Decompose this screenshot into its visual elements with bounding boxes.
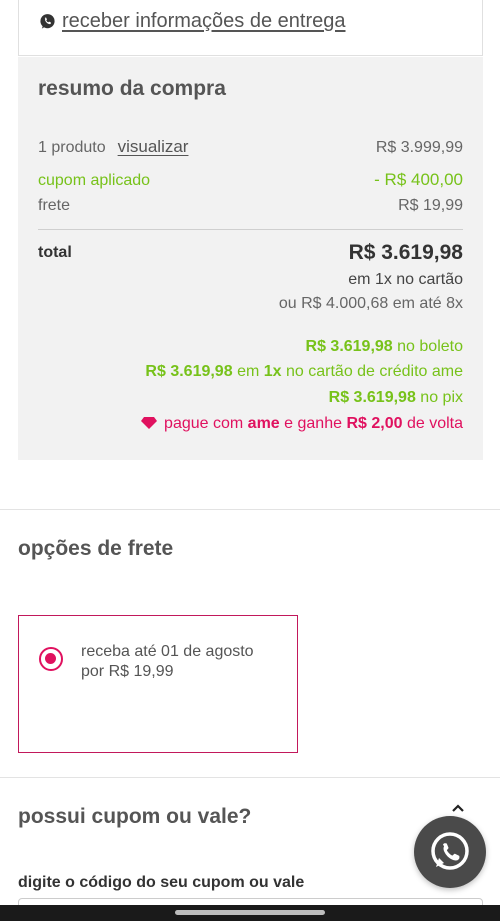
total-installment: em 1x no cartão (348, 271, 463, 288)
ame-middle: e ganhe (284, 415, 342, 432)
coupon-discount-value: - R$ 400,00 (374, 170, 463, 189)
delivery-info-box: receber informações de entrega (18, 0, 483, 56)
products-label: 1 produto (38, 139, 106, 156)
products-value: R$ 3.999,99 (375, 139, 463, 156)
ame-cashback-line: pague com ame e ganhe R$ 2,00 de volta (140, 415, 463, 433)
shipping-options-title: opções de frete (18, 537, 174, 560)
summary-divider (38, 229, 463, 230)
whatsapp-chat-button[interactable] (414, 816, 486, 888)
ame-suffix: de volta (406, 415, 463, 432)
credit-ame-price: R$ 3.619,98 em 1x no cartão de crédito a… (145, 363, 463, 381)
shipping-option-card[interactable]: receba até 01 de agosto por R$ 19,99 (18, 615, 298, 753)
boleto-text: no boleto (397, 338, 463, 355)
checkout-page: receber informações de entrega resumo da… (0, 0, 500, 921)
boleto-amount: R$ 3.619,98 (305, 338, 393, 355)
ame-prefix: pague com (164, 415, 244, 432)
credit-amount: R$ 3.619,98 (145, 363, 233, 380)
total-value: R$ 3.619,98 (348, 241, 463, 264)
section-divider (0, 777, 500, 778)
diamond-icon (140, 417, 157, 429)
credit-text: no cartão de crédito ame (286, 363, 463, 380)
shipping-option-radio[interactable] (39, 647, 63, 671)
whatsapp-icon (40, 14, 55, 29)
products-row: 1 produto visualizar R$ 3.999,99 (38, 137, 463, 157)
shipping-value: R$ 19,99 (398, 197, 463, 214)
section-divider (0, 509, 500, 510)
purchase-summary: resumo da compra 1 produto visualizar R$… (18, 57, 483, 460)
shipping-option-text: receba até 01 de agosto por R$ 19,99 (81, 642, 254, 682)
summary-title: resumo da compra (38, 77, 226, 100)
view-products-link[interactable]: visualizar (118, 137, 189, 157)
shipping-row: frete R$ 19,99 (38, 197, 463, 215)
pix-price: R$ 3.619,98 no pix (329, 389, 463, 407)
total-label: total (38, 244, 72, 261)
ame-cashback-value: R$ 2,00 (346, 415, 403, 432)
chevron-up-icon[interactable] (451, 801, 465, 815)
coupon-row: cupom aplicado - R$ 400,00 (38, 170, 463, 190)
shipping-option-price: por R$ 19,99 (81, 663, 174, 680)
credit-times: 1x (263, 363, 282, 380)
credit-in: em (237, 363, 260, 380)
total-alternative: ou R$ 4.000,68 em até 8x (278, 295, 463, 312)
shipping-option-date: receba até 01 de agosto (81, 643, 254, 660)
home-gesture-handle[interactable] (175, 910, 325, 915)
system-navigation-bar (0, 905, 500, 921)
coupon-applied-label: cupom aplicado (38, 172, 151, 189)
pix-amount: R$ 3.619,98 (328, 389, 416, 406)
shipping-label: frete (38, 197, 71, 214)
ame-brand: ame (247, 415, 280, 432)
coupon-input-label: digite o código do seu cupom ou vale (18, 874, 305, 891)
delivery-info-link[interactable]: receber informações de entrega (39, 10, 346, 33)
coupon-section-title[interactable]: possui cupom ou vale? (18, 805, 251, 829)
boleto-price: R$ 3.619,98 no boleto (306, 338, 463, 356)
delivery-info-label: receber informações de entrega (62, 10, 346, 32)
pix-text: no pix (420, 389, 463, 406)
whatsapp-icon (431, 832, 469, 870)
